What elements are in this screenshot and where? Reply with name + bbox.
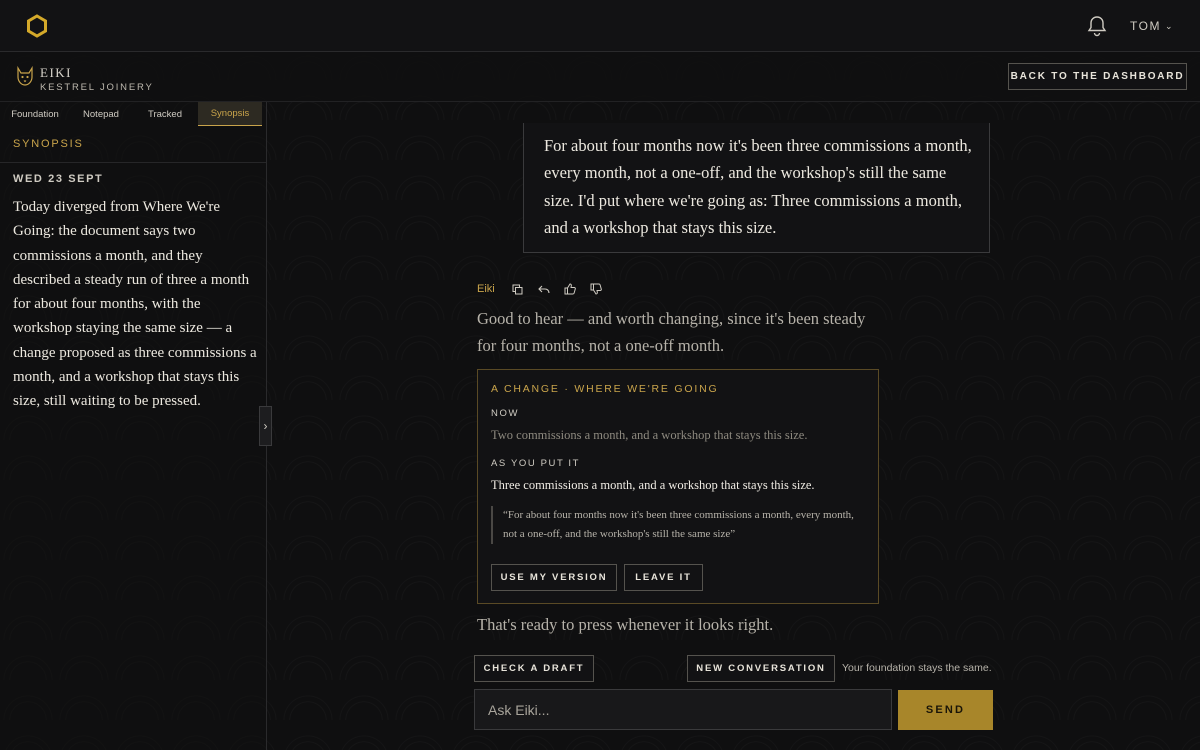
now-value: Two commissions a month, and a workshop … — [491, 428, 808, 442]
sidebar-tabs: Foundation Notepad Tracked Synopsis — [0, 102, 267, 128]
thumbs-up-icon[interactable] — [563, 282, 577, 296]
chevron-right-icon: › — [263, 419, 268, 433]
user-name: TOM — [1130, 19, 1161, 33]
new-conversation-button[interactable]: NEW CONVERSATION — [687, 655, 835, 682]
hexagon-logo-icon[interactable] — [26, 14, 48, 38]
as-you-put-it-value: Three commissions a month, and a worksho… — [491, 478, 815, 492]
now-label: NOW — [491, 408, 520, 419]
assistant-reply-text: Good to hear — and worth changing, since… — [477, 309, 866, 356]
reply-icon[interactable] — [537, 282, 551, 296]
thumbs-down-icon[interactable] — [589, 282, 603, 296]
top-bar: TOM ⌄ — [0, 0, 1200, 52]
change-card-heading: A CHANGE · WHERE WE'RE GOING — [491, 383, 719, 395]
cat-avatar-icon — [17, 65, 33, 86]
leave-it-button[interactable]: LEAVE IT — [624, 564, 703, 591]
foundation-note: Your foundation stays the same. — [842, 662, 992, 674]
assistant-name: Eiki — [477, 283, 495, 295]
assistant-message-header: Eiki — [477, 281, 609, 297]
collapse-sidebar-button[interactable]: › — [259, 406, 272, 446]
ready-text: That's ready to press whenever it looks … — [477, 615, 774, 634]
user-message-bubble: For about four months now it's been thre… — [523, 123, 990, 253]
use-my-version-button[interactable]: USE MY VERSION — [491, 564, 617, 591]
change-proposal-card: A CHANGE · WHERE WE'RE GOING NOW Two com… — [477, 369, 879, 604]
check-a-draft-button[interactable]: CHECK A DRAFT — [474, 655, 594, 682]
sidebar: Foundation Notepad Tracked Synopsis SYNO… — [0, 102, 267, 750]
back-to-dashboard-button[interactable]: BACK TO THE DASHBOARD — [1008, 63, 1187, 90]
ask-input[interactable] — [474, 689, 892, 730]
tab-tracked[interactable]: Tracked — [132, 102, 198, 126]
send-button[interactable]: SEND — [898, 690, 993, 730]
chevron-down-icon: ⌄ — [1164, 21, 1174, 31]
agent-name: EIKI — [40, 65, 72, 80]
tab-synopsis[interactable]: Synopsis — [198, 102, 262, 126]
synopsis-body: Today diverged from Where We're Going: t… — [13, 199, 257, 410]
divider — [0, 162, 266, 163]
section-title: SYNOPSIS — [13, 138, 84, 150]
bell-icon[interactable] — [1087, 15, 1107, 37]
source-quote: “For about four months now it's been thr… — [491, 506, 861, 544]
user-message-text: For about four months now it's been thre… — [544, 136, 972, 237]
copy-icon[interactable] — [511, 282, 525, 296]
as-you-put-it-label: AS YOU PUT IT — [491, 458, 581, 469]
tab-notepad[interactable]: Notepad — [70, 102, 132, 126]
synopsis-date: WED 23 SEPT — [13, 173, 104, 185]
user-menu[interactable]: TOM ⌄ — [1130, 19, 1174, 33]
company-name: KESTREL JOINERY — [40, 82, 154, 93]
tab-foundation[interactable]: Foundation — [0, 102, 70, 126]
